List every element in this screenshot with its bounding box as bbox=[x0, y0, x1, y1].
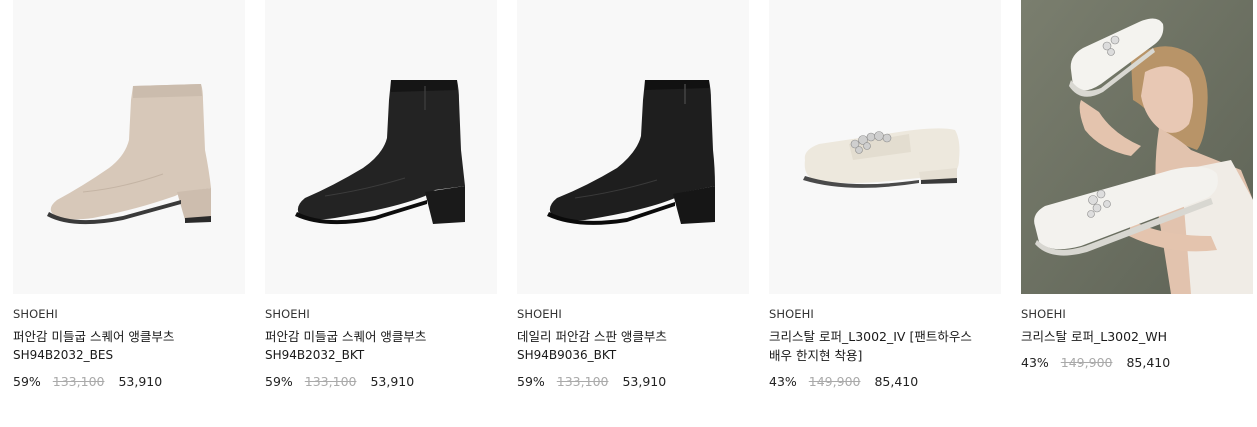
discount-rate: 59% bbox=[517, 374, 545, 389]
price-row: 59% 133,100 53,910 bbox=[265, 373, 497, 391]
product-name[interactable]: 크리스탈 로퍼_L3002_IV [팬트하우스 배우 한지현 착용] bbox=[769, 327, 983, 365]
product-code: SH94B2032_BKT bbox=[265, 348, 365, 362]
product-card[interactable]: SHOEHI 퍼안감 미들굽 스퀘어 앵클부츠 SH94B2032_BKT 59… bbox=[265, 0, 497, 391]
original-price: 149,900 bbox=[1060, 355, 1113, 370]
sale-price: 53,910 bbox=[118, 374, 163, 389]
sale-price: 85,410 bbox=[874, 374, 919, 389]
product-card[interactable]: SHOEHI 크리스탈 로퍼_L3002_WH 43% 149,900 85,4… bbox=[1021, 0, 1253, 372]
original-price: 133,100 bbox=[556, 374, 609, 389]
product-code: SH94B9036_BKT bbox=[517, 348, 617, 362]
black-stretch-ankle-boot-icon bbox=[517, 0, 749, 294]
product-brand: SHOEHI bbox=[769, 307, 814, 321]
product-image[interactable] bbox=[13, 0, 245, 294]
product-brand: SHOEHI bbox=[517, 307, 562, 321]
discount-rate: 43% bbox=[1021, 355, 1049, 370]
discount-rate: 59% bbox=[265, 374, 293, 389]
product-code: SH94B2032_BES bbox=[13, 348, 114, 362]
price-row: 59% 133,100 53,910 bbox=[517, 373, 749, 391]
original-price: 133,100 bbox=[52, 374, 105, 389]
product-card[interactable]: SHOEHI 퍼안감 미들굽 스퀘어 앵클부츠 SH94B2032_BES 59… bbox=[13, 0, 245, 391]
product-image[interactable] bbox=[265, 0, 497, 294]
product-name[interactable]: 크리스탈 로퍼_L3002_WH bbox=[1021, 327, 1235, 346]
product-image[interactable] bbox=[517, 0, 749, 294]
product-name[interactable]: 데일리 퍼안감 스판 앵클부츠 bbox=[517, 327, 731, 346]
sale-price: 85,410 bbox=[1126, 355, 1171, 370]
beige-suede-ankle-boot-icon bbox=[13, 0, 245, 294]
product-name[interactable]: 퍼안감 미들굽 스퀘어 앵클부츠 bbox=[265, 327, 479, 346]
price-row: 43% 149,900 85,410 bbox=[769, 373, 1001, 391]
model-holding-white-loafers-icon bbox=[1021, 0, 1253, 294]
product-card[interactable]: SHOEHI 데일리 퍼안감 스판 앵클부츠 SH94B9036_BKT 59%… bbox=[517, 0, 749, 391]
product-grid: SHOEHI 퍼안감 미들굽 스퀘어 앵클부츠 SH94B2032_BES 59… bbox=[0, 0, 1257, 427]
price-row: 43% 149,900 85,410 bbox=[1021, 354, 1253, 372]
product-brand: SHOEHI bbox=[1021, 307, 1066, 321]
original-price: 133,100 bbox=[304, 374, 357, 389]
product-image[interactable] bbox=[769, 0, 1001, 294]
product-name[interactable]: 퍼안감 미들굽 스퀘어 앵클부츠 bbox=[13, 327, 227, 346]
sale-price: 53,910 bbox=[370, 374, 415, 389]
discount-rate: 43% bbox=[769, 374, 797, 389]
product-brand: SHOEHI bbox=[13, 307, 58, 321]
product-image[interactable] bbox=[1021, 0, 1253, 294]
price-row: 59% 133,100 53,910 bbox=[13, 373, 245, 391]
sale-price: 53,910 bbox=[622, 374, 667, 389]
product-card[interactable]: SHOEHI 크리스탈 로퍼_L3002_IV [팬트하우스 배우 한지현 착용… bbox=[769, 0, 1001, 391]
product-brand: SHOEHI bbox=[265, 307, 310, 321]
discount-rate: 59% bbox=[13, 374, 41, 389]
original-price: 149,900 bbox=[808, 374, 861, 389]
ivory-crystal-loafer-icon bbox=[769, 0, 1001, 294]
black-leather-ankle-boot-icon bbox=[265, 0, 497, 294]
